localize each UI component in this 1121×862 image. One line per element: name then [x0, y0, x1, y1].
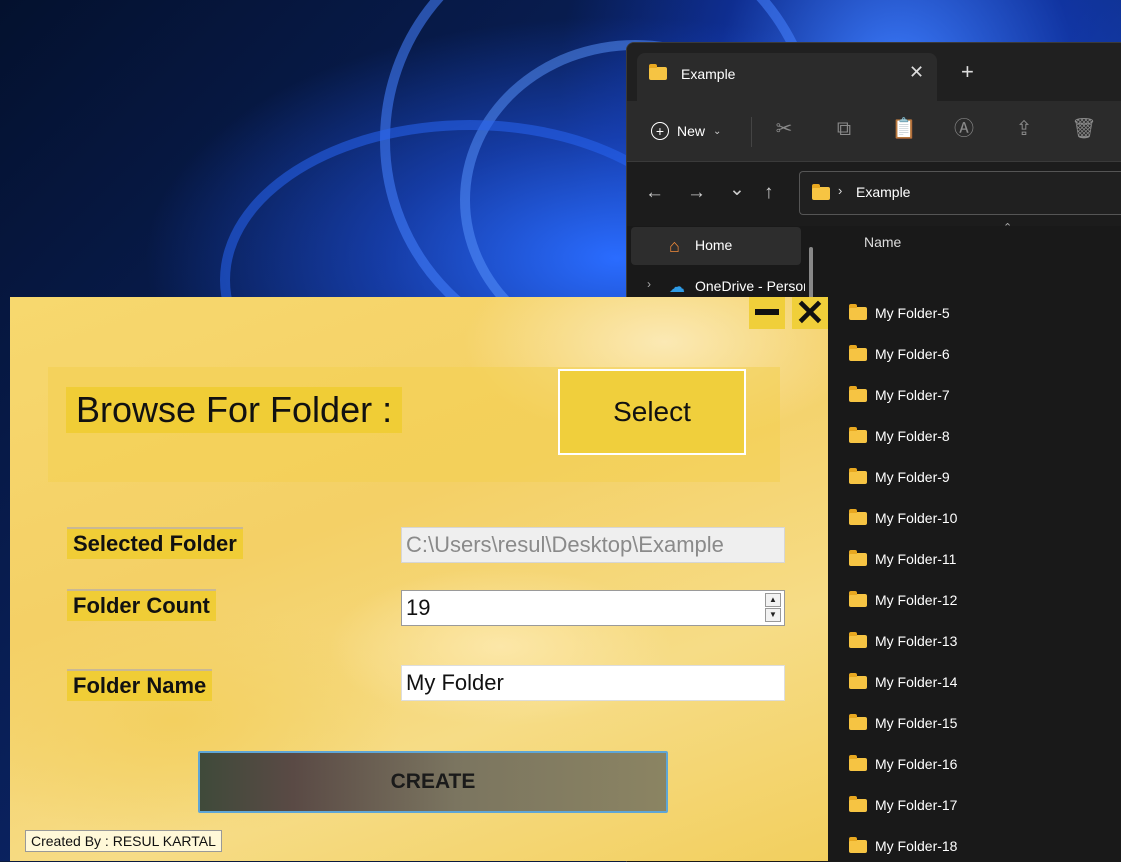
- list-item-label: My Folder-16: [875, 756, 958, 772]
- select-button[interactable]: Select: [558, 369, 746, 455]
- sort-ascending-icon: ⌃: [1003, 222, 1013, 234]
- create-button[interactable]: CREATE: [198, 751, 668, 813]
- breadcrumb-separator-icon: ›: [838, 183, 843, 198]
- list-item[interactable]: My Folder-14: [849, 671, 957, 693]
- list-item-label: My Folder-10: [875, 510, 958, 526]
- paste-icon[interactable]: 📋: [890, 115, 918, 143]
- list-item-label: My Folder-8: [875, 428, 950, 444]
- list-item-label: My Folder-15: [875, 715, 958, 731]
- tab-close-icon[interactable]: ✕: [909, 62, 924, 83]
- folder-icon: [849, 426, 867, 443]
- folder-icon: [849, 508, 867, 525]
- sidebar-item-home[interactable]: ⌂ Home: [631, 227, 801, 265]
- folder-count-label: Folder Count: [67, 589, 216, 621]
- folder-name-label: Folder Name: [67, 669, 213, 701]
- close-button[interactable]: ✕: [792, 297, 828, 331]
- folder-icon: [849, 385, 867, 402]
- list-item-label: My Folder-9: [875, 469, 950, 485]
- folder-icon: [849, 836, 867, 853]
- selected-folder-field[interactable]: [401, 527, 785, 563]
- cut-icon[interactable]: ✂: [770, 115, 798, 143]
- forward-arrow-icon[interactable]: →: [687, 182, 706, 204]
- folder-icon: [849, 754, 867, 771]
- share-icon[interactable]: ⇪: [1010, 115, 1038, 143]
- explorer-tab[interactable]: Example ✕: [637, 53, 937, 101]
- selected-folder-label: Selected Folder: [67, 527, 243, 559]
- explorer-navbar: ← → ⌄ ↑ › Example: [627, 162, 1121, 226]
- copy-icon[interactable]: ⧉: [830, 115, 858, 143]
- address-bar[interactable]: › Example: [799, 171, 1121, 215]
- list-item[interactable]: My Folder-18: [849, 835, 957, 857]
- list-item-label: My Folder-17: [875, 797, 958, 813]
- toolbar-divider: [751, 117, 752, 147]
- list-item[interactable]: My Folder-9: [849, 466, 950, 488]
- list-item[interactable]: My Folder-7: [849, 384, 950, 406]
- list-item[interactable]: My Folder-11: [849, 548, 956, 570]
- folder-icon: [812, 184, 830, 200]
- file-list: ⌃ Name My Folder-5 My Folder-6 My Folder-7…: [827, 222, 1121, 862]
- list-item-label: My Folder-6: [875, 346, 950, 362]
- sidebar-item-label: Home: [695, 237, 733, 253]
- list-item[interactable]: My Folder-13: [849, 630, 957, 652]
- chevron-down-icon: ⌄: [713, 125, 722, 137]
- folder-creator-window: ✕ Browse For Folder : Select Selected Fo…: [10, 297, 828, 861]
- new-button[interactable]: + New ⌄: [651, 115, 721, 147]
- sidebar-item-onedrive[interactable]: OneDrive - Personal: [695, 278, 805, 294]
- list-item-label: My Folder-11: [875, 551, 957, 567]
- list-item[interactable]: My Folder-16: [849, 753, 957, 775]
- column-header-name[interactable]: Name: [864, 234, 901, 250]
- stepper-down-icon[interactable]: ▼: [765, 608, 781, 622]
- browse-label: Browse For Folder :: [66, 387, 403, 433]
- recent-locations-icon[interactable]: ⌄: [729, 178, 745, 201]
- list-item-label: My Folder-7: [875, 387, 950, 403]
- rename-icon[interactable]: Ⓐ: [950, 115, 978, 143]
- folder-name-field[interactable]: [401, 665, 785, 701]
- folder-icon: [849, 713, 867, 730]
- delete-icon[interactable]: 🗑: [1070, 115, 1098, 143]
- back-arrow-icon[interactable]: ←: [645, 182, 664, 204]
- folder-icon: [849, 795, 867, 812]
- folder-icon: [849, 467, 867, 484]
- list-item[interactable]: My Folder-10: [849, 507, 957, 529]
- list-item-label: My Folder-12: [875, 592, 958, 608]
- list-item[interactable]: My Folder-12: [849, 589, 957, 611]
- cloud-icon: ☁: [669, 279, 685, 296]
- folder-icon: [849, 344, 867, 361]
- list-item-label: My Folder-18: [875, 838, 958, 854]
- list-item[interactable]: My Folder-17: [849, 794, 957, 816]
- stepper-up-icon[interactable]: ▲: [765, 593, 781, 607]
- chevron-right-icon[interactable]: ›: [647, 277, 651, 291]
- up-arrow-icon[interactable]: ↑: [764, 182, 774, 204]
- explorer-titlebar: Example ✕ +: [627, 43, 1121, 101]
- list-item-label: My Folder-5: [875, 305, 950, 321]
- folder-icon: [849, 549, 867, 566]
- minimize-button[interactable]: [749, 297, 785, 329]
- breadcrumb[interactable]: Example: [856, 184, 910, 200]
- list-item[interactable]: My Folder-15: [849, 712, 957, 734]
- list-item-label: My Folder-13: [875, 633, 958, 649]
- folder-count-stepper[interactable]: [401, 590, 785, 626]
- folder-icon: [849, 672, 867, 689]
- folder-icon: [849, 631, 867, 648]
- new-tab-button[interactable]: +: [961, 61, 974, 83]
- folder-icon: [849, 590, 867, 607]
- new-button-label: New: [677, 123, 706, 139]
- list-item[interactable]: My Folder-8: [849, 425, 950, 447]
- tab-title: Example: [681, 66, 736, 82]
- list-item-label: My Folder-14: [875, 674, 958, 690]
- plus-icon: +: [651, 122, 669, 140]
- list-item[interactable]: My Folder-6: [849, 343, 950, 365]
- folder-icon: [849, 303, 867, 320]
- folder-icon: [649, 64, 667, 80]
- credit-label: Created By : RESUL KARTAL: [25, 830, 222, 852]
- home-icon: ⌂: [669, 236, 680, 256]
- list-item[interactable]: My Folder-5: [849, 302, 950, 324]
- explorer-toolbar: + New ⌄ ✂ ⧉ 📋 Ⓐ ⇪ 🗑: [627, 101, 1121, 162]
